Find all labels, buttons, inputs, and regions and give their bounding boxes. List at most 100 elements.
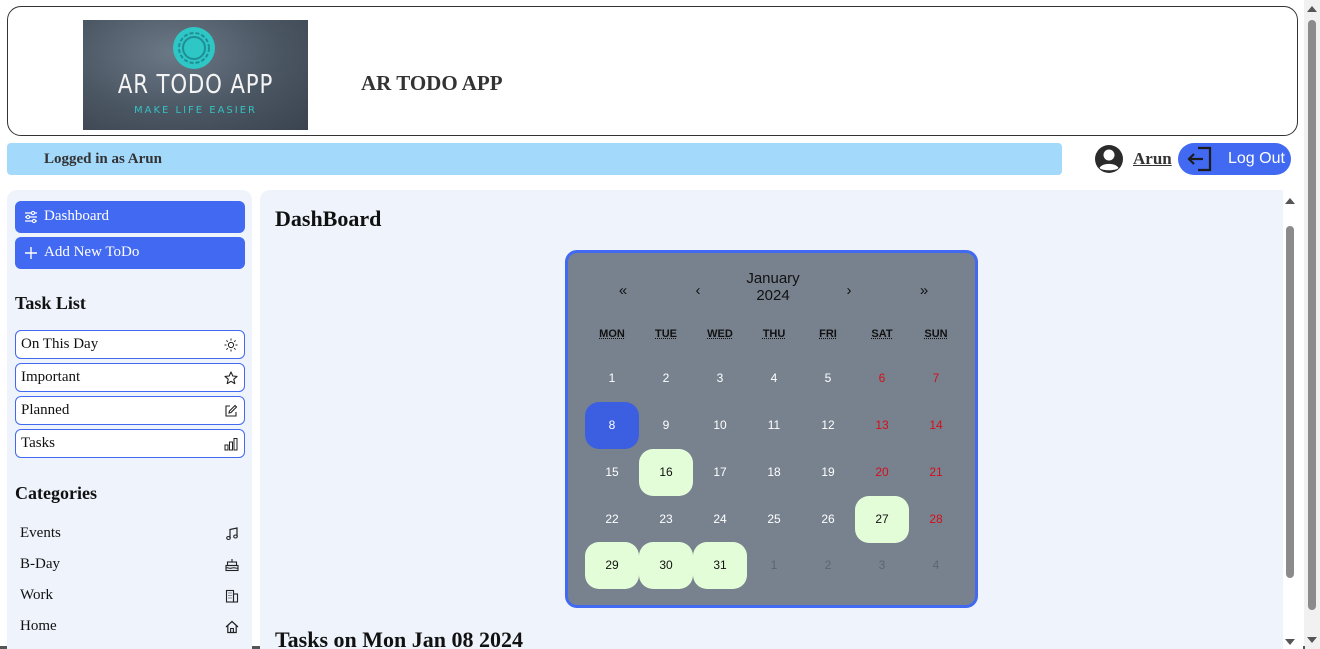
tasks-heading: Tasks on Mon Jan 08 2024 — [275, 627, 523, 649]
calendar-day: 4 — [932, 558, 940, 572]
logout-icon — [1187, 146, 1212, 172]
calendar-day[interactable]: 14 — [909, 402, 963, 449]
calendar-weekday-tue: TUE — [655, 328, 677, 340]
calendar-day[interactable]: 9 — [639, 402, 693, 449]
sidebar-nav-add-new-todo[interactable]: Add New ToDo — [15, 237, 245, 269]
building-icon — [225, 589, 239, 603]
calendar-day[interactable]: 8 — [585, 402, 639, 449]
task-list-item-tasks[interactable]: Tasks — [15, 429, 245, 458]
task-list-title: Task List — [15, 293, 86, 313]
category-label: Events — [20, 525, 61, 541]
calendar-day[interactable]: 26 — [801, 496, 855, 543]
calendar-day[interactable]: 3 — [693, 355, 747, 402]
scroll-down-arrow-icon[interactable] — [1285, 639, 1295, 645]
calendar-day[interactable]: 23 — [639, 496, 693, 543]
main-scrollbar[interactable] — [1283, 190, 1303, 649]
main-content: DashBoard « ‹ January 2024 › » MON TUE WED… — [260, 190, 1283, 649]
calendar-day[interactable]: 20 — [855, 449, 909, 496]
sliders-icon — [25, 210, 37, 224]
calendar-day[interactable]: 29 — [585, 542, 639, 589]
calendar-day[interactable]: 15 — [585, 449, 639, 496]
category-item-events[interactable]: Events — [15, 521, 245, 547]
calendar: « ‹ January 2024 › » MON TUE WED THU FRI SAT S… — [565, 250, 978, 608]
plus-icon — [25, 247, 37, 259]
cake-icon — [225, 559, 239, 572]
calendar-month-name: January — [746, 270, 800, 287]
calendar-day[interactable]: 1 — [585, 355, 639, 402]
calendar-day[interactable]: 25 — [747, 496, 801, 543]
calendar-day[interactable]: 7 — [909, 355, 963, 402]
logged-in-text: Logged in as Arun — [44, 151, 162, 167]
calendar-day[interactable]: 21 — [909, 449, 963, 496]
sidebar-nav-label: Dashboard — [44, 208, 109, 224]
calendar-day[interactable]: 27 — [855, 496, 909, 543]
category-item-b-day[interactable]: B-Day — [15, 552, 245, 578]
window-scrollbar[interactable] — [1304, 0, 1320, 649]
calendar-day[interactable]: 5 — [801, 355, 855, 402]
app-logo: AR TODO APP MAKE LIFE EASIER — [83, 20, 308, 130]
calendar-day[interactable]: 17 — [693, 449, 747, 496]
app-header: AR TODO APP MAKE LIFE EASIER AR TODO APP — [7, 6, 1298, 136]
calendar-day[interactable]: 16 — [639, 449, 693, 496]
calendar-day[interactable]: 19 — [801, 449, 855, 496]
calendar-weekday-thu: THU — [762, 328, 786, 340]
calendar-day: 2 — [824, 558, 832, 572]
calendar-day[interactable]: 11 — [747, 402, 801, 449]
sidebar-nav-label: Add New ToDo — [44, 244, 140, 260]
calendar-day: 3 — [878, 558, 886, 572]
bar-chart-icon — [224, 438, 238, 451]
logo-title: AR TODO APP — [117, 70, 274, 100]
user-name-link[interactable]: Arun — [1133, 149, 1172, 169]
sidebar: Dashboard Add New ToDo Task List On This… — [7, 190, 252, 649]
category-label: Home — [20, 618, 57, 634]
main-scrollbar-thumb[interactable] — [1286, 226, 1294, 578]
logout-label: Log Out — [1228, 150, 1285, 167]
category-label: Work — [20, 587, 53, 603]
calendar-next-month-button[interactable]: › — [834, 279, 864, 303]
task-list-item-on-this-day[interactable]: On This Day — [15, 330, 245, 359]
calendar-day[interactable]: 18 — [747, 449, 801, 496]
logo-emblem-icon — [173, 27, 215, 69]
logo-subtitle: MAKE LIFE EASIER — [133, 105, 257, 116]
home-icon — [225, 620, 239, 634]
calendar-day[interactable]: 2 — [639, 355, 693, 402]
calendar-day[interactable]: 4 — [747, 355, 801, 402]
category-label: B-Day — [20, 556, 60, 572]
task-list-label: Important — [21, 369, 81, 385]
task-list-label: Tasks — [21, 435, 55, 451]
task-list-item-important[interactable]: Important — [15, 363, 245, 392]
login-status-bar: Logged in as Arun — [7, 143, 1062, 175]
scroll-up-arrow-icon[interactable] — [1285, 198, 1295, 204]
calendar-day[interactable]: 28 — [909, 496, 963, 543]
calendar-day[interactable]: 22 — [585, 496, 639, 543]
star-icon — [224, 371, 238, 385]
edit-icon — [225, 404, 238, 417]
window-scrollbar-thumb[interactable] — [1308, 20, 1316, 610]
category-item-home[interactable]: Home — [15, 614, 245, 640]
logout-button[interactable]: Log Out — [1178, 143, 1291, 175]
scroll-down-arrow-icon[interactable] — [1307, 637, 1317, 643]
calendar-day[interactable]: 30 — [639, 542, 693, 589]
categories-title: Categories — [15, 483, 97, 503]
calendar-day[interactable]: 12 — [801, 402, 855, 449]
calendar-day[interactable]: 31 — [693, 542, 747, 589]
calendar-day: 1 — [770, 558, 778, 572]
calendar-prev-year-button[interactable]: « — [608, 279, 638, 303]
calendar-weekday-mon: MON — [599, 328, 625, 340]
sun-icon — [224, 338, 238, 352]
sidebar-nav-dashboard[interactable]: Dashboard — [15, 201, 245, 233]
calendar-day[interactable]: 24 — [693, 496, 747, 543]
calendar-day[interactable]: 10 — [693, 402, 747, 449]
music-icon — [226, 527, 238, 541]
calendar-prev-month-button[interactable]: ‹ — [683, 279, 713, 303]
scroll-up-arrow-icon[interactable] — [1307, 6, 1317, 12]
page-title: DashBoard — [275, 206, 382, 231]
calendar-day[interactable]: 13 — [855, 402, 909, 449]
user-avatar-icon[interactable] — [1094, 144, 1124, 174]
calendar-next-year-button[interactable]: » — [909, 279, 939, 303]
calendar-day[interactable]: 6 — [855, 355, 909, 402]
task-list-item-planned[interactable]: Planned — [15, 396, 245, 425]
calendar-month-label[interactable]: January 2024 — [728, 270, 818, 304]
calendar-weekday-sun: SUN — [924, 328, 948, 340]
category-item-work[interactable]: Work — [15, 583, 245, 609]
